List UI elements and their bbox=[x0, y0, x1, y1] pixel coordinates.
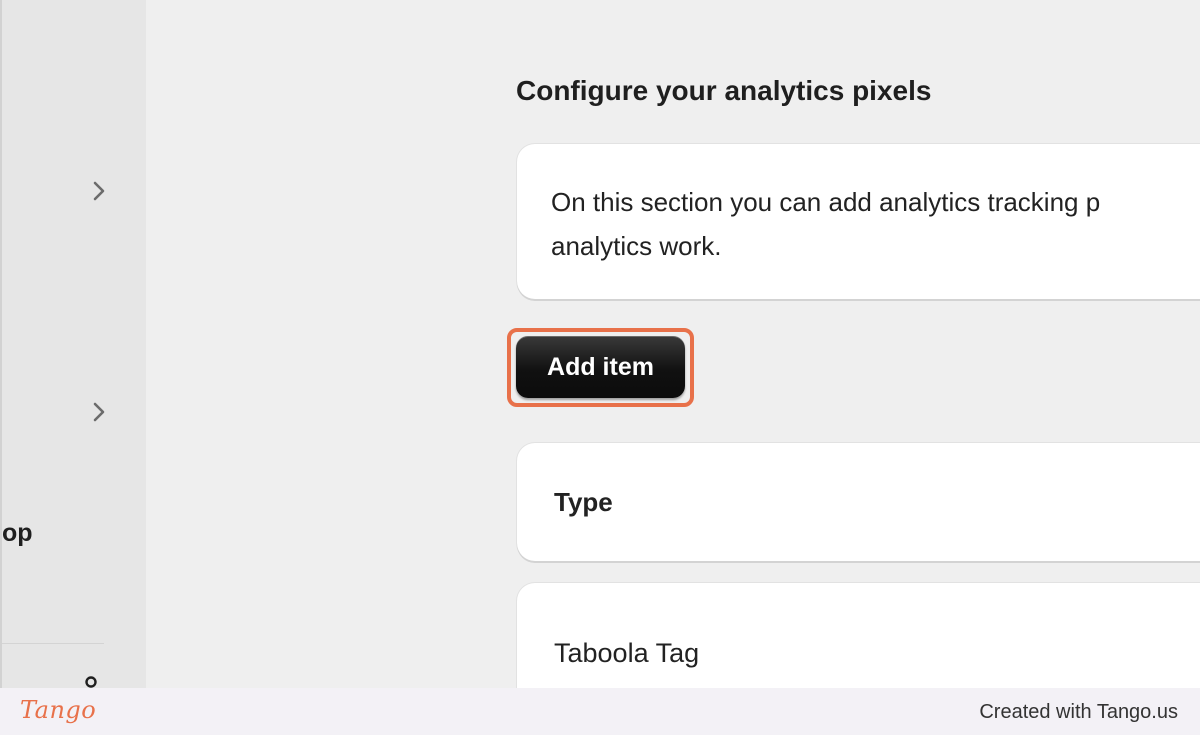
add-item-button[interactable]: Add item bbox=[516, 336, 685, 398]
chevron-right-icon[interactable] bbox=[88, 180, 110, 202]
description-card: On this section you can add analytics tr… bbox=[517, 144, 1200, 299]
chevron-right-icon[interactable] bbox=[88, 401, 110, 423]
sidebar: op bbox=[0, 0, 146, 688]
description-line-2: analytics work. bbox=[551, 231, 722, 261]
person-icon[interactable] bbox=[80, 676, 102, 688]
description-text: On this section you can add analytics tr… bbox=[551, 180, 1200, 268]
tango-logo[interactable]: Tango bbox=[20, 694, 96, 726]
sidebar-item-label[interactable]: op bbox=[2, 517, 33, 549]
sidebar-divider bbox=[2, 643, 104, 644]
description-line-1: On this section you can add analytics tr… bbox=[551, 187, 1101, 217]
page-title: Configure your analytics pixels bbox=[516, 75, 932, 106]
type-card[interactable]: Type bbox=[517, 443, 1200, 561]
footer: Tango Created with Tango.us bbox=[0, 688, 1200, 735]
tag-value: Taboola Tag bbox=[554, 638, 700, 668]
type-label: Type bbox=[554, 487, 613, 517]
footer-credit: Created with Tango.us bbox=[979, 701, 1178, 723]
